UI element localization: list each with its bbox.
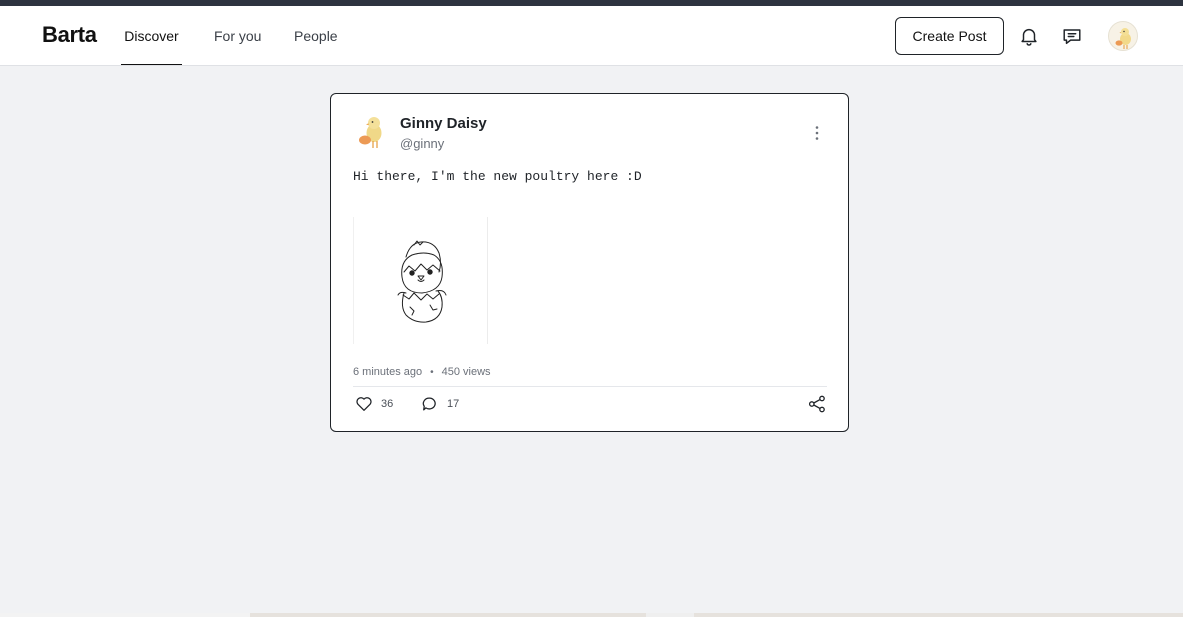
bottom-bar-segment	[0, 613, 250, 617]
top-navbar: Barta Discover For you People Create Pos…	[0, 6, 1183, 66]
post-meta: 6 minutes ago • 450 views	[353, 366, 491, 378]
comment-count: 17	[447, 398, 460, 410]
post-view-count: 450 views	[441, 366, 491, 378]
post-image[interactable]	[353, 217, 488, 344]
post-author-name[interactable]: Ginny Daisy	[400, 115, 487, 132]
bottom-scrollbar[interactable]	[0, 613, 1183, 617]
post-author-avatar[interactable]	[353, 112, 389, 150]
comment-button[interactable]: 17	[421, 394, 459, 414]
like-count: 36	[381, 398, 394, 410]
tab-for-you[interactable]: For you	[214, 6, 261, 65]
app-logo[interactable]: Barta	[42, 22, 97, 48]
user-avatar[interactable]	[1108, 21, 1138, 51]
post-timestamp: 6 minutes ago	[353, 366, 423, 378]
heart-icon	[356, 397, 372, 411]
bell-icon[interactable]	[1018, 25, 1040, 47]
chick-avatar-icon	[1115, 28, 1131, 49]
meta-separator-dot: •	[430, 366, 434, 378]
create-post-button[interactable]: Create Post	[895, 17, 1004, 55]
more-options-icon[interactable]	[809, 124, 825, 142]
post-text: Hi there, I'm the new poultry here :D	[353, 169, 642, 184]
like-button[interactable]: 36	[355, 394, 393, 414]
share-icon[interactable]	[808, 395, 826, 413]
post-divider	[353, 386, 827, 387]
bottom-bar-segment	[646, 613, 694, 617]
message-icon[interactable]	[1061, 25, 1083, 47]
chick-avatar-icon	[359, 117, 382, 148]
post-card: Ginny Daisy @ginny Hi there, I'm the new…	[330, 93, 849, 432]
tab-discover[interactable]: Discover	[121, 6, 182, 65]
tab-people[interactable]: People	[294, 6, 338, 65]
comment-icon	[422, 397, 436, 411]
post-author-handle[interactable]: @ginny	[400, 136, 444, 151]
hatching-chick-illustration	[397, 240, 447, 323]
